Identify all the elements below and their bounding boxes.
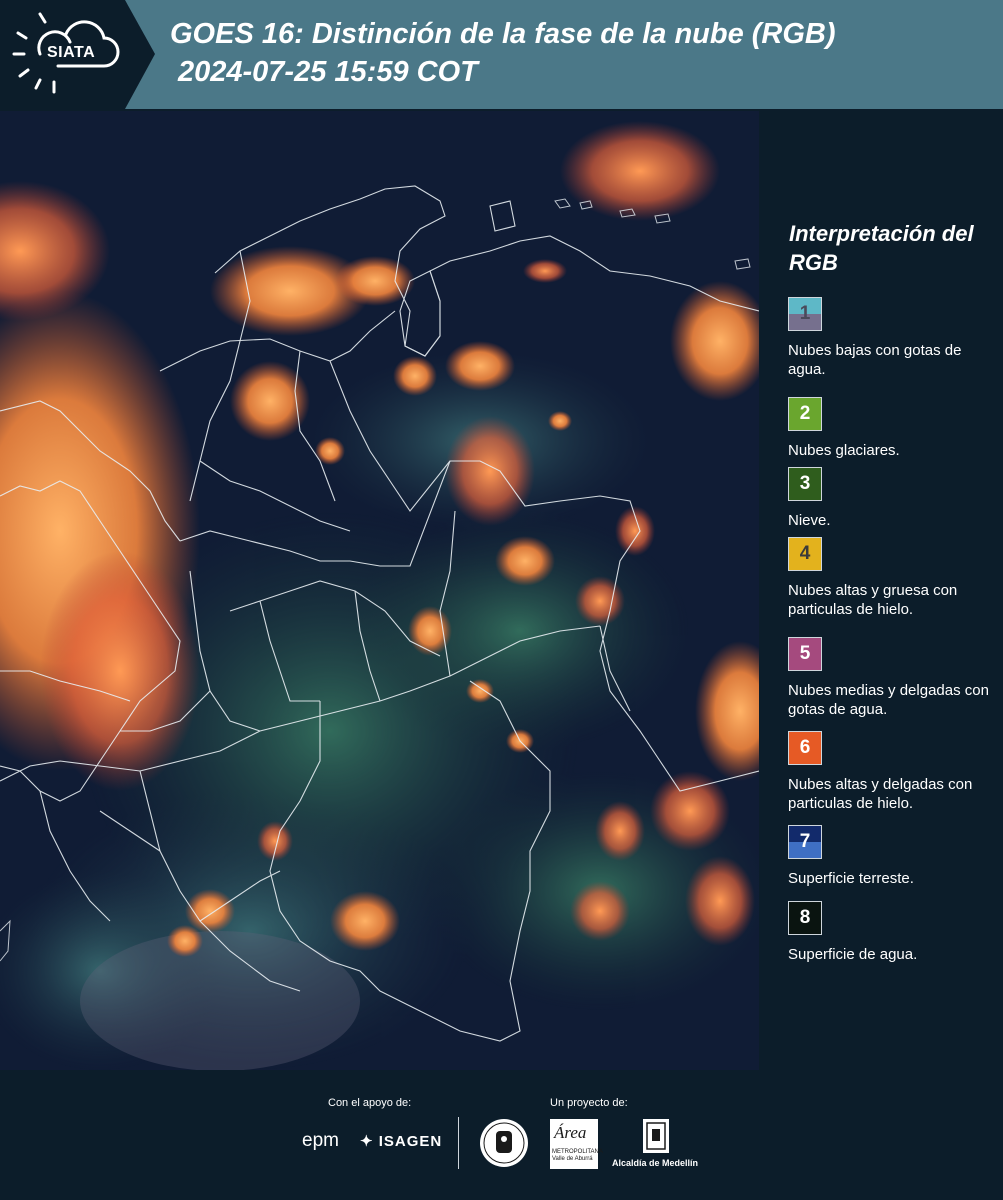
legend-title: Interpretación del RGB xyxy=(789,221,974,275)
legend-label: Superficie terreste. xyxy=(788,870,914,887)
legend-label: Nubes glaciares. xyxy=(788,442,900,459)
legend-number: 7 xyxy=(799,831,811,852)
area-sub: METROPOLITANA Valle de Aburrá xyxy=(552,1149,603,1162)
legend-panel: Interpretación del RGB 1 Nubes bajas con … xyxy=(762,111,1003,1070)
siata-logo: SIATA xyxy=(0,0,155,109)
legend-swatch: 8 xyxy=(788,901,822,935)
legend-swatch: 5 xyxy=(788,637,822,671)
legend-item: 6 Nubes altas y delgadas con particulas d… xyxy=(788,731,1003,813)
legend-label: Superficie de agua. xyxy=(788,946,918,963)
isagen-logo: ✦ ISAGEN xyxy=(360,1132,442,1150)
area-metropolitana-logo: Área METROPOLITANA Valle de Aburrá xyxy=(550,1119,603,1169)
legend-number: 1 xyxy=(799,303,811,324)
legend-item: 1 Nubes bajas con gotas de agua. xyxy=(788,297,1003,379)
legend-number: 2 xyxy=(799,403,811,424)
legend-label: Nieve. xyxy=(788,512,831,529)
legend-label: Nubes medias y delgadas con gotas de agu… xyxy=(788,682,989,718)
support-label: Con el apoyo de: xyxy=(328,1097,412,1109)
legend-number: 5 xyxy=(799,643,811,664)
legend-swatch: 3 xyxy=(788,467,822,501)
seal-logo xyxy=(480,1119,528,1167)
legend-number: 6 xyxy=(799,737,811,758)
area-name: Área xyxy=(554,1123,587,1142)
legend-swatch: 7 xyxy=(788,825,822,859)
epm-logo: epm xyxy=(302,1130,339,1151)
legend-number: 8 xyxy=(799,907,811,928)
logo-text: SIATA xyxy=(47,44,96,61)
legend-item: 3 Nieve. xyxy=(788,467,1003,530)
isagen-star-icon: ✦ xyxy=(360,1133,374,1150)
timestamp: 2024-07-25 15:59 COT xyxy=(178,56,478,88)
project-label: Un proyecto de: xyxy=(550,1097,628,1109)
legend-label: Nubes altas y delgadas con particulas de… xyxy=(788,776,973,812)
legend-label: Nubes altas y gruesa con particulas de h… xyxy=(788,582,958,618)
legend-swatch: 1 xyxy=(788,297,822,331)
map-canvas xyxy=(0,111,759,1070)
legend-item: 5 Nubes medias y delgadas con gotas de ag… xyxy=(788,637,1003,719)
alcaldia-text: Alcaldía de Medellín xyxy=(612,1158,699,1168)
legend-label: Nubes bajas con gotas de agua. xyxy=(788,342,962,378)
isagen-text: ISAGEN xyxy=(378,1133,443,1150)
legend-number: 4 xyxy=(799,543,811,564)
legend-number: 3 xyxy=(799,473,811,494)
legend-swatch: 2 xyxy=(788,397,822,431)
page-title: GOES 16: Distinción de la fase de la nub… xyxy=(170,18,836,50)
header-bar: SIATA GOES 16: Distinción de la fase de … xyxy=(0,0,1003,109)
footer: Con el apoyo de: Un proyecto de: epm ✦ I… xyxy=(0,1070,1003,1200)
legend-swatch: 6 xyxy=(788,731,822,765)
legend-item: 4 Nubes altas y gruesa con particulas de … xyxy=(788,537,1003,619)
legend-item: 7 Superficie terreste. xyxy=(788,825,1003,888)
legend-swatch: 4 xyxy=(788,537,822,571)
legend-item: 2 Nubes glaciares. xyxy=(788,397,1003,460)
alcaldia-shield-icon xyxy=(643,1119,669,1153)
satellite-map xyxy=(0,111,759,1070)
footer-divider xyxy=(458,1117,459,1169)
legend-item: 8 Superficie de agua. xyxy=(788,901,1003,964)
